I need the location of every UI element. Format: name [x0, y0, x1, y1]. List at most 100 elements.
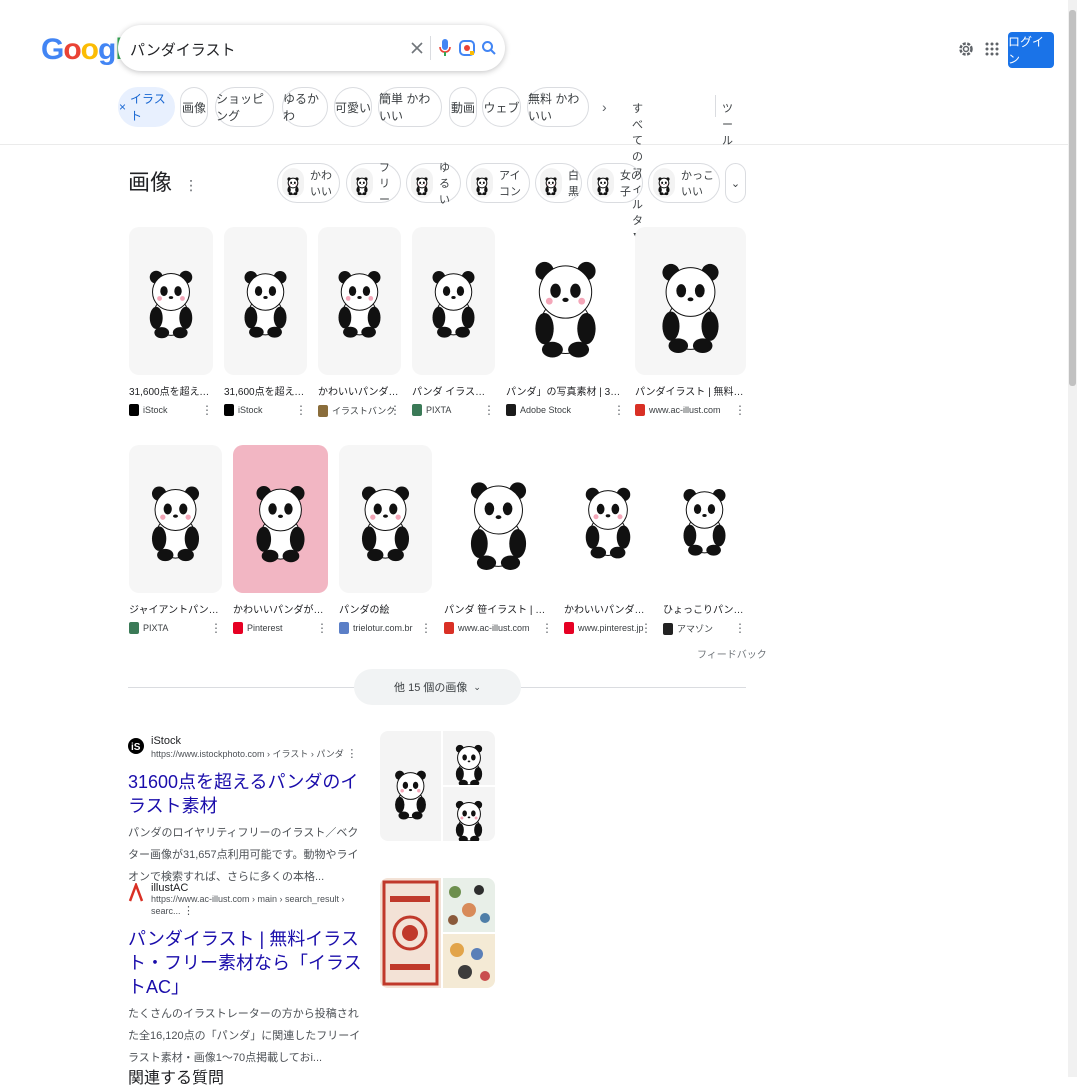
scrollbar-thumb[interactable]: [1069, 10, 1076, 386]
more-vert-icon[interactable]: ⋮: [734, 403, 746, 417]
image-source[interactable]: PIXTA ⋮: [412, 403, 495, 417]
image-result[interactable]: かわいいパンダがドー... Pinterest ⋮: [233, 445, 328, 635]
more-vert-icon[interactable]: ⋮: [184, 177, 198, 193]
thumbnail-image[interactable]: [443, 787, 495, 841]
image-thumbnail[interactable]: [129, 227, 213, 375]
more-vert-icon[interactable]: ⋮: [295, 403, 307, 417]
image-result[interactable]: パンダの絵 trielotur.com.br ⋮: [339, 445, 432, 635]
chip-kawaii[interactable]: 可愛い: [334, 87, 372, 127]
image-result[interactable]: パンダ」の写真素材 | 306,89... Adobe Stock ⋮: [506, 227, 625, 417]
image-result[interactable]: 31,600点を超える... iStock ⋮: [224, 227, 307, 417]
image-thumbnail[interactable]: [129, 445, 222, 593]
thumbnail-image[interactable]: [380, 731, 441, 841]
result-thumbnails[interactable]: [380, 878, 495, 988]
chip-images[interactable]: 画像: [180, 87, 208, 127]
image-caption[interactable]: ジャイアントパンダの...: [129, 601, 222, 616]
close-icon[interactable]: [407, 38, 427, 58]
image-source[interactable]: www.ac-illust.com ⋮: [635, 403, 746, 417]
image-thumbnail[interactable]: [635, 227, 746, 375]
more-vert-icon[interactable]: ⋮: [389, 403, 401, 417]
image-caption[interactable]: かわいいパンダのフ...: [318, 383, 401, 398]
image-result[interactable]: ジャイアントパンダの... PIXTA ⋮: [129, 445, 222, 635]
more-vert-icon[interactable]: ⋮: [640, 621, 652, 635]
image-source[interactable]: trielotur.com.br ⋮: [339, 621, 432, 635]
topic-chip[interactable]: 白黒: [535, 163, 582, 203]
image-source[interactable]: イラストバンク ⋮: [318, 403, 401, 417]
chip-easy-cute[interactable]: 簡単 かわいい: [378, 87, 442, 127]
image-source[interactable]: www.pinterest.jp ⋮: [564, 621, 652, 635]
result-title[interactable]: パンダイラスト | 無料イラスト・フリー素材なら「イラストAC」: [128, 927, 368, 999]
image-caption[interactable]: パンダの絵: [339, 601, 432, 616]
more-images-button[interactable]: 他 15 個の画像 ⌄: [354, 669, 521, 705]
more-vert-icon[interactable]: ⋮: [183, 905, 194, 917]
mic-icon[interactable]: [435, 38, 455, 58]
image-result[interactable]: パンダイラスト | 無料イラ... www.ac-illust.com ⋮: [635, 227, 746, 417]
topic-chip[interactable]: フリー: [346, 162, 401, 206]
image-thumbnail[interactable]: [339, 445, 432, 593]
chip-videos[interactable]: 動画: [449, 87, 477, 127]
image-caption[interactable]: パンダ イラスト 手...: [412, 383, 495, 398]
more-vert-icon[interactable]: ⋮: [483, 403, 495, 417]
feedback-link[interactable]: フィードバック: [697, 646, 767, 661]
result-site-name[interactable]: iStock: [151, 735, 368, 747]
image-thumbnail[interactable]: [444, 445, 553, 593]
image-thumbnail[interactable]: [412, 227, 495, 375]
image-result[interactable]: パンダ イラスト 手... PIXTA ⋮: [412, 227, 495, 417]
image-source[interactable]: www.ac-illust.com ⋮: [444, 621, 553, 635]
more-vert-icon[interactable]: ⋮: [346, 748, 357, 760]
expand-chips-button[interactable]: ⌄: [725, 163, 746, 203]
image-caption[interactable]: パンダ」の写真素材 | 306,89...: [506, 383, 625, 398]
image-caption[interactable]: パンダ 笹イラスト | 無料イ...: [444, 601, 553, 616]
more-vert-icon[interactable]: ⋮: [541, 621, 553, 635]
image-thumbnail[interactable]: [506, 227, 625, 375]
chevron-right-icon[interactable]: ›: [602, 99, 607, 115]
result-url[interactable]: https://www.istockphoto.com › イラスト › パンダ…: [151, 747, 368, 760]
topic-chip[interactable]: ゆるい: [406, 162, 461, 206]
image-caption[interactable]: かわいいパンダがドー...: [233, 601, 328, 616]
image-caption[interactable]: かわいいパンダのイ...: [564, 601, 652, 616]
topic-chip[interactable]: かわいい: [277, 163, 340, 203]
image-source[interactable]: iStock ⋮: [224, 403, 307, 417]
thumbnail-image[interactable]: [443, 731, 495, 787]
search-input[interactable]: パンダイラスト: [130, 39, 235, 60]
image-caption[interactable]: 31,600点を超える...: [224, 383, 307, 398]
result-url[interactable]: https://www.ac-illust.com › main › searc…: [151, 894, 368, 917]
image-source[interactable]: アマゾン ⋮: [663, 621, 746, 635]
login-button[interactable]: ログイン: [1008, 32, 1054, 68]
result-site-name[interactable]: illustAC: [151, 882, 368, 894]
chip-shopping[interactable]: ショッピング: [215, 87, 274, 127]
topic-chip[interactable]: かっこいい: [648, 163, 720, 203]
image-result[interactable]: ひょっこりパンダ ... アマゾン ⋮: [663, 445, 746, 635]
thumbnail-image[interactable]: [380, 878, 441, 988]
chip-yurukawa[interactable]: ゆるかわ: [282, 87, 328, 127]
more-vert-icon[interactable]: ⋮: [420, 621, 432, 635]
more-vert-icon[interactable]: ⋮: [613, 403, 625, 417]
image-result[interactable]: かわいいパンダのイ... www.pinterest.jp⋮: [564, 445, 652, 635]
result-thumbnails[interactable]: [380, 731, 495, 841]
image-result[interactable]: パンダ 笹イラスト | 無料イ... www.ac-illust.com ⋮: [444, 445, 553, 635]
gear-icon[interactable]: [957, 40, 975, 63]
image-thumbnail[interactable]: [318, 227, 401, 375]
more-vert-icon[interactable]: ⋮: [210, 621, 222, 635]
topic-chip[interactable]: 女の子: [587, 163, 643, 203]
more-vert-icon[interactable]: ⋮: [316, 621, 328, 635]
topic-chip[interactable]: アイコン: [466, 163, 530, 203]
search-box[interactable]: パンダイラスト: [118, 25, 505, 71]
chip-free-cute[interactable]: 無料 かわいい: [527, 87, 589, 127]
image-result[interactable]: かわいいパンダのフ... イラストバンク⋮: [318, 227, 401, 417]
lens-icon[interactable]: [457, 38, 477, 58]
image-caption[interactable]: パンダイラスト | 無料イラ...: [635, 383, 746, 398]
image-thumbnail[interactable]: [233, 445, 328, 593]
image-thumbnail[interactable]: [663, 445, 746, 593]
chip-web[interactable]: ウェブ: [482, 87, 521, 127]
thumbnail-image[interactable]: [443, 934, 495, 988]
image-source[interactable]: Pinterest ⋮: [233, 621, 328, 635]
image-caption[interactable]: ひょっこりパンダ ...: [663, 601, 746, 616]
image-thumbnail[interactable]: [564, 445, 652, 593]
more-vert-icon[interactable]: ⋮: [201, 403, 213, 417]
search-icon[interactable]: [479, 38, 499, 58]
tools-button[interactable]: ツール: [722, 100, 733, 148]
chip-illust-active[interactable]: × イラスト: [118, 87, 175, 127]
more-vert-icon[interactable]: ⋮: [734, 621, 746, 635]
image-source[interactable]: PIXTA ⋮: [129, 621, 222, 635]
